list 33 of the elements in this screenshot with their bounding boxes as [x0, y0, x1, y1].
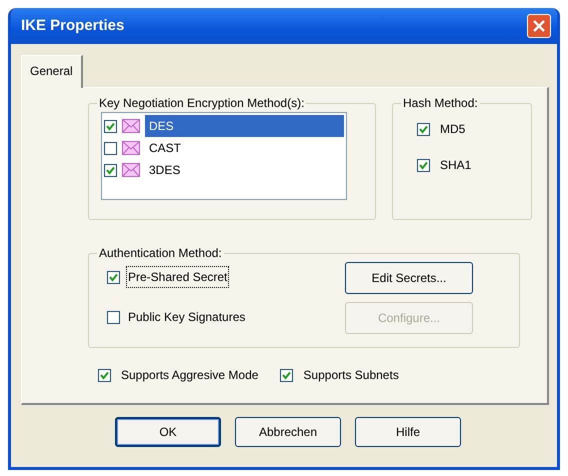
checkbox[interactable]: [280, 368, 294, 382]
tab[interactable]: General: [21, 55, 83, 88]
envelope-icon: [122, 119, 140, 134]
checkbox-label: Public Key Signatures: [128, 309, 246, 326]
group-label: Hash Method:: [402, 96, 479, 110]
envelope-icon: [122, 141, 140, 156]
checkbox-label: Supports Subnets: [303, 367, 399, 384]
close-button[interactable]: [527, 14, 551, 38]
window-title: IKE Properties: [21, 16, 124, 36]
checkbox-label: Supports Aggresive Mode: [121, 367, 258, 384]
checkbox[interactable]: [98, 368, 111, 382]
checkbox[interactable]: [104, 120, 117, 133]
close-icon: [532, 19, 546, 33]
list-item[interactable]: 3DES: [145, 159, 344, 182]
checkbox[interactable]: [104, 164, 117, 177]
checkbox-label: SHA1: [440, 157, 472, 174]
list-item[interactable]: DES: [145, 115, 344, 138]
dialog-button[interactable]: Edit Secrets...: [345, 262, 473, 294]
envelope-icon: [122, 163, 140, 178]
checkbox-label: MD5: [440, 121, 466, 138]
checkbox[interactable]: [417, 158, 430, 172]
group-label: Authentication Method:: [98, 246, 223, 260]
encryption-list[interactable]: DES CAST 3DES: [101, 112, 347, 200]
dialog-button[interactable]: Hilfe: [355, 417, 461, 447]
checkbox[interactable]: [107, 270, 120, 284]
checkbox[interactable]: [107, 310, 120, 324]
dialog-button[interactable]: Abbrechen: [235, 417, 341, 447]
dialog-button[interactable]: OK: [115, 417, 221, 447]
checkbox-label: Pre-Shared Secret: [128, 268, 228, 286]
list-item[interactable]: CAST: [145, 137, 344, 160]
checkbox[interactable]: [417, 122, 430, 136]
checkbox[interactable]: [104, 142, 117, 155]
group-label: Key Negotiation Encryption Method(s):: [98, 96, 306, 110]
